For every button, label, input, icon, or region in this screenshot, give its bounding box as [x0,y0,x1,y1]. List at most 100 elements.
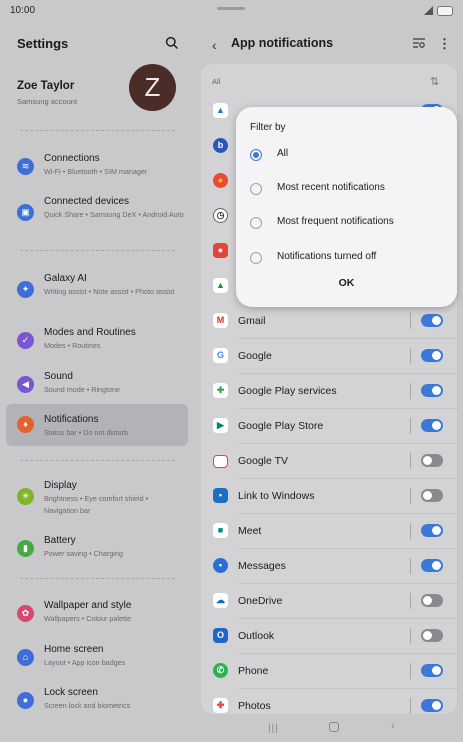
radio-button[interactable] [250,217,262,229]
list-item[interactable]: ■ Meet [201,514,457,549]
recent-apps-icon[interactable]: ||| [268,723,279,734]
radio-button[interactable] [250,252,262,264]
outlook-icon: O [213,628,228,643]
search-icon[interactable] [165,36,179,50]
signal-icon [424,6,433,15]
divider [20,460,175,461]
settings-item-label: Connected devices [44,196,130,207]
play-services-icon: ✚ [213,383,228,398]
list-item[interactable]: G Google [201,339,457,374]
list-item[interactable]: • Messages [201,549,457,584]
settings-item-display[interactable]: ☀ Display Brightness • Eye comfort shiel… [6,474,188,520]
settings-item-label: Lock screen [44,687,98,698]
settings-item-battery[interactable]: ▮ Battery Power saving • Charging [6,529,188,569]
list-item[interactable]: ✚ Google Play services [201,374,457,409]
settings-item-wallpaper[interactable]: ✿ Wallpaper and style Wallpapers • Colou… [6,594,188,634]
notification-toggle[interactable] [421,349,443,362]
page-title: App notifications [231,36,334,50]
list-item[interactable]: O Outlook [201,619,457,654]
filter-option-recent[interactable]: Most recent notifications [250,181,450,201]
filter-label[interactable]: All [212,77,220,86]
settings-item-sub: Screen lock and biometrics [44,701,131,710]
filter-popup: Filter by All Most recent notifications … [236,107,457,307]
onedrive-icon: ☁ [213,593,228,608]
google-icon: G [213,348,228,363]
settings-item-galaxy-ai[interactable]: ✦ Galaxy AI Writing assist • Note assist… [6,267,188,313]
notification-toggle[interactable] [421,559,443,572]
app-name: Google [238,350,272,362]
settings-title: Settings [17,36,69,51]
settings-item-connections[interactable]: ≋ Connections Wi-Fi • Bluetooth • SIM ma… [6,147,188,187]
app-name: Google Play services [238,385,337,397]
settings-item-sub: Sound mode • Ringtone [44,385,121,394]
notification-toggle[interactable] [421,419,443,432]
settings-item-label: Display [44,480,77,491]
back-icon[interactable]: ‹ [391,720,395,732]
list-item[interactable]: Google TV [201,444,457,479]
notifications-icon: ♦ [17,416,34,433]
ok-button[interactable]: OK [236,277,457,289]
app-name: Meet [238,525,262,537]
settings-item-sub: Status bar • Do not disturb [44,428,129,437]
wifi-icon: ≋ [17,158,34,175]
app-name: Google Play Store [238,420,324,432]
home-icon[interactable] [329,722,339,732]
drive-icon: ▲ [213,278,228,293]
settings-item-modes[interactable]: ✓ Modes and Routines Modes • Routines [6,321,188,361]
notification-toggle[interactable] [421,594,443,607]
back-arrow-icon[interactable]: ‹ [212,37,217,53]
profile-subtitle: Samsung account [17,97,78,106]
list-item[interactable]: ☁ OneDrive [201,584,457,619]
notification-toggle[interactable] [421,454,443,467]
app-name: Outlook [238,630,275,642]
settings-item-connected-devices[interactable]: ▣ Connected devices Quick Share • Samsun… [6,190,188,236]
list-item[interactable]: ▶ Google Play Store [201,409,457,444]
settings-item-notifications[interactable]: ♦ Notifications Status bar • Do not dist… [6,404,188,446]
app-icon: ▲ [213,103,228,118]
link-to-windows-icon: ▪ [213,488,228,503]
settings-item-label: Connections [44,153,100,164]
notification-toggle[interactable] [421,489,443,502]
drag-handle[interactable] [217,7,245,10]
notification-toggle[interactable] [421,314,443,327]
settings-item-home-screen[interactable]: ⌂ Home screen Layout • App icon badges [6,638,188,678]
radio-selected[interactable] [250,149,262,161]
settings-item-sub: Writing assist • Note assist • Photo ass… [44,287,175,296]
separator [410,418,411,434]
avatar[interactable]: Z [129,64,176,111]
separator [410,313,411,329]
radio-button[interactable] [250,183,262,195]
sort-icon[interactable]: ⇅ [430,75,439,88]
notification-toggle[interactable] [421,664,443,677]
notification-toggle[interactable] [421,629,443,642]
separator [410,698,411,714]
divider [20,130,175,131]
separator [410,383,411,399]
list-item[interactable]: ▪ Link to Windows [201,479,457,514]
gmail-icon: M [213,313,228,328]
notification-toggle[interactable] [421,524,443,537]
profile-name[interactable]: Zoe Taylor [17,80,74,92]
filter-option-label: Notifications turned off [277,251,377,262]
settings-item-label: Sound [44,371,73,382]
filter-option-all[interactable]: All [250,147,450,167]
filter-option-turned-off[interactable]: Notifications turned off [250,250,450,270]
separator [410,628,411,644]
separator [410,593,411,609]
notification-toggle[interactable] [421,384,443,397]
settings-item-sound[interactable]: ◀ Sound Sound mode • Ringtone [6,365,188,405]
settings-item-sub: Modes • Routines [44,341,101,350]
filter-option-frequent[interactable]: Most frequent notifications [250,215,450,235]
settings-item-sub: Power saving • Charging [44,549,123,558]
settings-item-sub: Layout • App icon badges [44,658,126,667]
settings-item-sub: Wi-Fi • Bluetooth • SIM manager [44,167,148,176]
filter-option-label: Most frequent notifications [277,216,394,227]
settings-item-label: Notifications [44,414,99,425]
filter-search-icon[interactable] [413,38,426,49]
notification-toggle[interactable] [421,699,443,712]
list-item[interactable]: ✆ Phone [201,654,457,689]
list-item[interactable]: M Gmail [201,304,457,339]
list-item[interactable]: ✤ Photos [201,689,457,714]
app-name: Google TV [238,455,289,467]
more-options-icon[interactable]: ⋮ [438,36,451,52]
